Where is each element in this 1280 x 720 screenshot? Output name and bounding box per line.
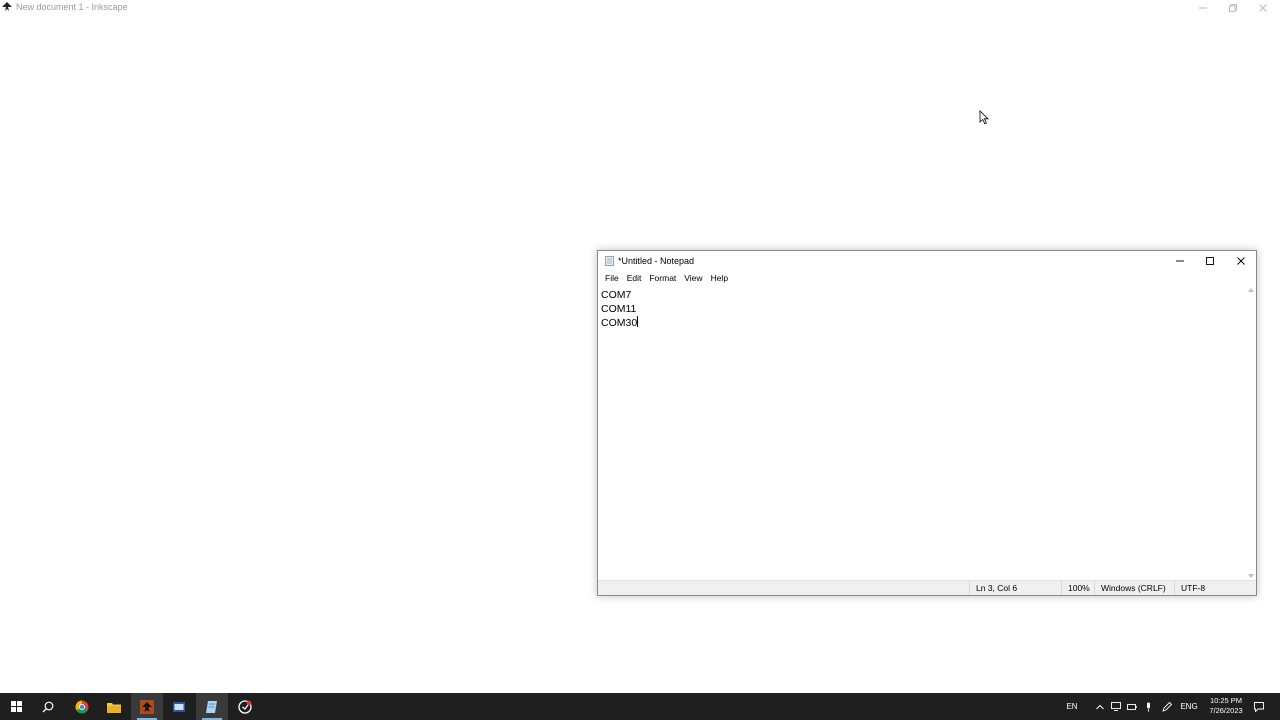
clock-time: 10:25 PM [1209, 696, 1243, 705]
restore-icon [1229, 4, 1237, 12]
menu-help[interactable]: Help [707, 273, 732, 283]
scroll-up-arrow-icon[interactable] [1248, 288, 1254, 292]
notepad-menubar: File Edit Format View Help [598, 271, 1256, 285]
tray-battery[interactable] [1125, 693, 1139, 720]
inkscape-close-button[interactable] [1248, 0, 1278, 16]
language-label: ENG [1180, 702, 1198, 711]
status-line-endings: Windows (CRLF) [1094, 581, 1166, 595]
clock-date: 7/26/2023 [1209, 706, 1243, 715]
notifications-button[interactable] [1250, 693, 1268, 720]
keyboard-indicator-label: EN [1066, 702, 1078, 711]
notepad-window-title: *Untitled - Notepad [618, 256, 695, 266]
inkscape-logo-icon [2, 2, 12, 11]
tray-microphone[interactable] [1141, 693, 1155, 720]
minimize-icon [1176, 260, 1184, 262]
inkscape-window-title: New document 1 - Inkscape [16, 2, 128, 12]
notepad-maximize-button[interactable] [1195, 251, 1225, 271]
menu-format[interactable]: Format [645, 273, 680, 283]
inkscape-restore-button[interactable] [1218, 0, 1248, 16]
taskbar-notepad[interactable] [196, 693, 228, 720]
notepad-app-icon [605, 256, 614, 266]
text-line: COM30 [601, 316, 639, 329]
notepad-titlebar[interactable]: *Untitled - Notepad [598, 251, 1256, 271]
maximize-icon [1206, 257, 1214, 265]
menu-view[interactable]: View [680, 273, 706, 283]
clock[interactable]: 10:25 PM 7/26/2023 [1204, 696, 1248, 716]
search-button[interactable] [32, 693, 64, 720]
menu-edit[interactable]: Edit [623, 273, 646, 283]
notepad-statusbar: Ln 3, Col 6 100% Windows (CRLF) UTF-8 [598, 580, 1256, 595]
menu-file[interactable]: File [601, 273, 623, 283]
vertical-scrollbar[interactable] [1246, 285, 1256, 581]
minimize-icon [1199, 7, 1207, 9]
network-icon [1111, 702, 1121, 711]
close-icon [1237, 257, 1245, 265]
windows-logo-icon [10, 701, 22, 712]
notification-icon [1254, 701, 1264, 712]
inkscape-icon [140, 699, 154, 714]
text-line: COM7 [601, 289, 632, 301]
text-caret [637, 316, 639, 327]
close-icon [1259, 4, 1267, 12]
tray-overflow-button[interactable] [1093, 693, 1107, 720]
text-line: COM11 [601, 303, 637, 315]
scroll-down-arrow-icon[interactable] [1248, 574, 1254, 578]
folder-icon [107, 702, 121, 713]
status-cursor-position: Ln 3, Col 6 [969, 581, 1017, 595]
battery-icon [1127, 703, 1137, 710]
language-indicator[interactable]: ENG [1178, 693, 1200, 720]
chrome-icon [75, 700, 89, 713]
start-button[interactable] [0, 693, 32, 720]
taskbar-chrome[interactable] [66, 693, 98, 720]
mouse-cursor-icon [979, 110, 989, 125]
chevron-up-icon [1096, 704, 1104, 709]
inkscape-titlebar: New document 1 - Inkscape [0, 0, 1280, 16]
app-window-icon [173, 701, 185, 712]
taskbar-app-4[interactable] [163, 693, 195, 720]
notepad-window: *Untitled - Notepad File Edit Format Vie… [597, 250, 1257, 596]
inkscape-minimize-button[interactable] [1188, 0, 1218, 16]
taskbar-inkscape[interactable] [131, 693, 163, 720]
tray-pen[interactable] [1159, 693, 1175, 720]
search-icon [42, 701, 54, 712]
notepad-text-area[interactable]: COM7 COM11 COM30 [598, 286, 1247, 580]
notepad-icon [206, 700, 217, 713]
taskbar: EN ENG 10:25 PM 7/26/2023 [0, 693, 1280, 720]
pen-icon [1162, 701, 1172, 712]
taskbar-app-6[interactable] [229, 693, 261, 720]
taskbar-file-explorer[interactable] [98, 693, 130, 720]
notepad-close-button[interactable] [1226, 251, 1256, 271]
tray-network[interactable] [1109, 693, 1123, 720]
app-circle-icon [238, 699, 252, 714]
microphone-icon [1146, 702, 1150, 711]
notepad-minimize-button[interactable] [1165, 251, 1195, 271]
status-zoom: 100% [1061, 581, 1090, 595]
keyboard-indicator[interactable]: EN [1064, 693, 1080, 720]
status-encoding: UTF-8 [1174, 581, 1205, 595]
